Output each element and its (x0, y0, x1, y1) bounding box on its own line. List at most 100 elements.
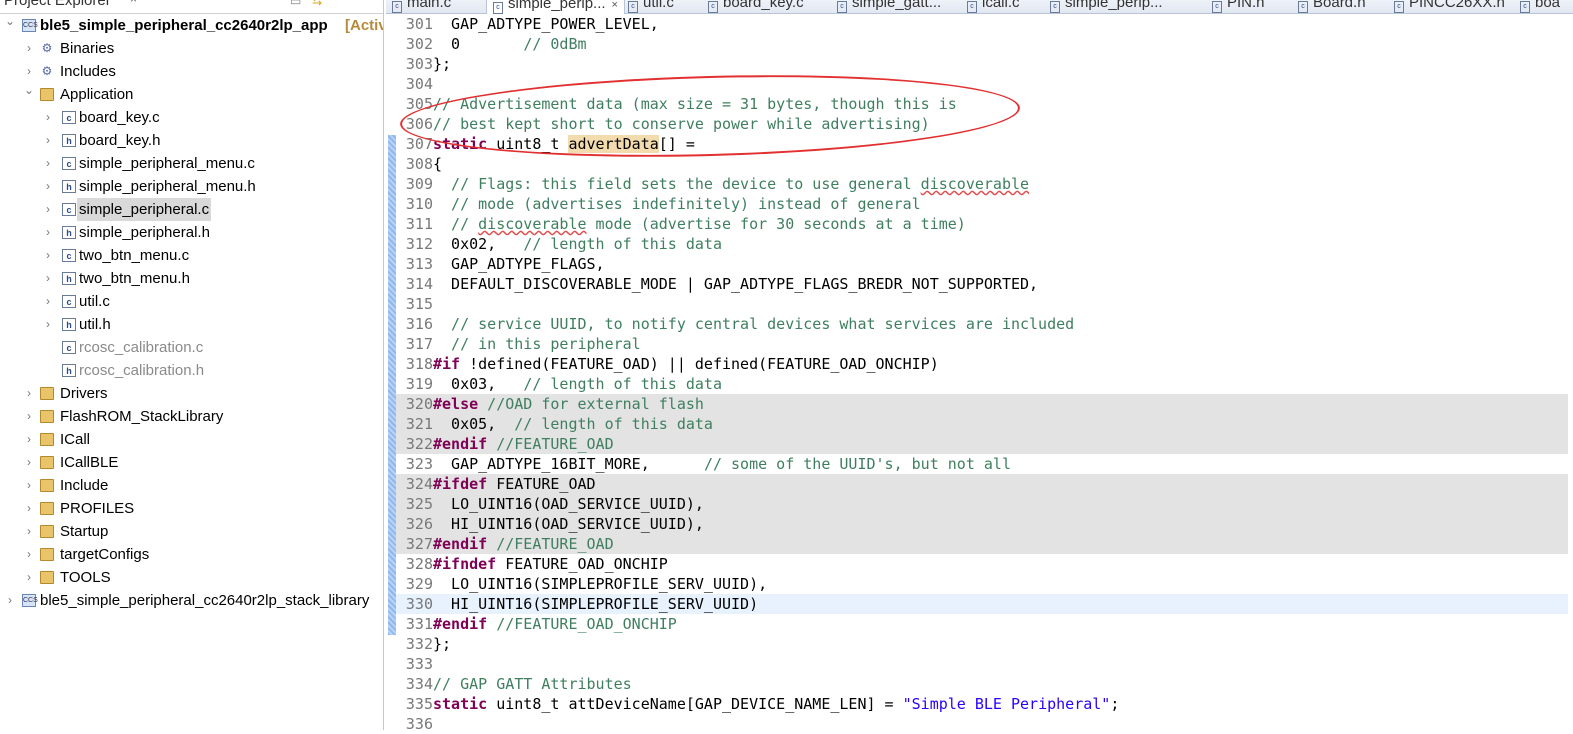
code-line[interactable]: 303}; (396, 54, 1568, 74)
tab-10[interactable]: c boa (1514, 0, 1566, 14)
tree-item[interactable]: h rcosc_calibration.h (0, 359, 383, 382)
code-line[interactable]: 312 0x02, // length of this data (396, 234, 1568, 254)
code-line[interactable]: 318#if !defined(FEATURE_OAD) || defined(… (396, 354, 1568, 374)
chevron-right-icon[interactable]: › (42, 290, 54, 313)
code-line[interactable]: 304 (396, 74, 1568, 94)
tab-6[interactable]: c simple_perip... (1044, 0, 1169, 14)
chevron-right-icon[interactable]: › (23, 543, 35, 566)
chevron-right-icon[interactable]: › (42, 313, 54, 336)
code-line[interactable]: 306// best kept short to conserve power … (396, 114, 1568, 134)
tab-5[interactable]: c icall.c (961, 0, 1026, 14)
code-line[interactable]: 302 0 // 0dBm (396, 34, 1568, 54)
code-line[interactable]: 331#endif //FEATURE_OAD_ONCHIP (396, 614, 1568, 634)
code-line[interactable]: 305// Advertisement data (max size = 31 … (396, 94, 1568, 114)
chevron-right-icon[interactable]: › (42, 244, 54, 267)
chevron-right-icon[interactable]: › (23, 451, 35, 474)
code-line[interactable]: 332}; (396, 634, 1568, 654)
tree-item[interactable]: › ICall (0, 428, 383, 451)
tree-item[interactable]: › c simple_peripheral.c (0, 198, 383, 221)
code-line[interactable]: 316 // service UUID, to notify central d… (396, 314, 1568, 334)
code-line[interactable]: 335static uint8_t attDeviceName[GAP_DEVI… (396, 694, 1568, 714)
chevron-right-icon[interactable]: › (42, 152, 54, 175)
chevron-right-icon[interactable]: › (23, 497, 35, 520)
code-line[interactable]: 313 GAP_ADTYPE_FLAGS, (396, 254, 1568, 274)
chevron-right-icon[interactable]: › (23, 37, 35, 60)
code-line[interactable]: 333 (396, 654, 1568, 674)
chevron-right-icon[interactable]: › (23, 474, 35, 497)
chevron-right-icon[interactable]: › (42, 106, 54, 129)
tree-item[interactable]: › h two_btn_menu.h (0, 267, 383, 290)
chevron-right-icon[interactable]: › (42, 175, 54, 198)
code-line[interactable]: 325 LO_UINT16(OAD_SERVICE_UUID), (396, 494, 1568, 514)
chevron-right-icon[interactable]: › (42, 129, 54, 152)
code-line[interactable]: 321 0x05, // length of this data (396, 414, 1568, 434)
chevron-right-icon[interactable]: › (23, 428, 35, 451)
tree-item[interactable]: › c util.c (0, 290, 383, 313)
tree-item[interactable]: › c simple_peripheral_menu.c (0, 152, 383, 175)
chevron-right-icon[interactable]: › (23, 382, 35, 405)
close-panel-icon[interactable]: × (130, 0, 137, 6)
tree-item[interactable]: › PROFILES (0, 497, 383, 520)
tree-item[interactable]: › c board_key.c (0, 106, 383, 129)
code-line[interactable]: 329 LO_UINT16(SIMPLEPROFILE_SERV_UUID), (396, 574, 1568, 594)
tree-item[interactable]: › Drivers (0, 382, 383, 405)
tab-0[interactable]: c main.c (386, 0, 457, 14)
tree-item[interactable]: › h simple_peripheral.h (0, 221, 383, 244)
code-line[interactable]: 311 // discoverable mode (advertise for … (396, 214, 1568, 234)
tab-3[interactable]: c board_key.c (702, 0, 810, 14)
tree-item[interactable]: › h util.h (0, 313, 383, 336)
tab-4[interactable]: c simple_gatt... (831, 0, 947, 14)
tree-item[interactable]: › ⚙ Includes (0, 60, 383, 83)
tree-item[interactable]: ⌄ Application (0, 83, 383, 106)
close-tab-icon[interactable]: × (612, 0, 618, 11)
code-line[interactable]: 323 GAP_ADTYPE_16BIT_MORE, // some of th… (396, 454, 1568, 474)
code-line[interactable]: 319 0x03, // length of this data (396, 374, 1568, 394)
code-line[interactable]: 330 HI_UINT16(SIMPLEPROFILE_SERV_UUID) (396, 594, 1568, 614)
code-line[interactable]: 317 // in this peripheral (396, 334, 1568, 354)
tree-item[interactable]: › h board_key.h (0, 129, 383, 152)
tree-item[interactable]: ⌄ CCS ble5_simple_peripheral_cc2640r2lp_ap… (0, 14, 383, 37)
tree-item[interactable]: › TOOLS (0, 566, 383, 589)
chevron-right-icon[interactable]: › (23, 520, 35, 543)
tree-item[interactable]: › targetConfigs (0, 543, 383, 566)
tab-8[interactable]: c Board.h (1292, 0, 1372, 14)
tree-item[interactable]: › ⚙ Binaries (0, 37, 383, 60)
code-line[interactable]: 308{ (396, 154, 1568, 174)
chevron-right-icon[interactable]: › (42, 198, 54, 221)
code-line[interactable]: 309 // Flags: this field sets the device… (396, 174, 1568, 194)
tab-9[interactable]: c PINCC26XX.h (1388, 0, 1511, 14)
code-line[interactable]: 307static uint8_t advertData[] = (396, 134, 1568, 154)
chevron-down-icon[interactable]: ⌄ (4, 10, 16, 33)
tree-item[interactable]: › CCS ble5_simple_peripheral_cc2640r2lp_st… (0, 589, 383, 612)
tab-2[interactable]: c util.c (622, 0, 680, 14)
tab-1[interactable]: c simple_perip... × (486, 0, 625, 14)
tree-item[interactable]: › ICallBLE (0, 451, 383, 474)
chevron-right-icon[interactable]: › (23, 566, 35, 589)
tree-item[interactable]: c rcosc_calibration.c (0, 336, 383, 359)
chevron-right-icon[interactable]: › (42, 267, 54, 290)
chevron-right-icon[interactable]: › (4, 589, 16, 612)
code-line[interactable]: 328#ifndef FEATURE_OAD_ONCHIP (396, 554, 1568, 574)
tree-item[interactable]: › Startup (0, 520, 383, 543)
code-line[interactable]: 324#ifdef FEATURE_OAD (396, 474, 1568, 494)
code-line[interactable]: 326 HI_UINT16(OAD_SERVICE_UUID), (396, 514, 1568, 534)
tree-item[interactable]: › h simple_peripheral_menu.h (0, 175, 383, 198)
code-line[interactable]: 315 (396, 294, 1568, 314)
code-line[interactable]: 320#else //OAD for external flash (396, 394, 1568, 414)
link-editor-icon[interactable]: ⇆ (312, 0, 322, 8)
tab-7[interactable]: c PIN.h (1206, 0, 1271, 14)
chevron-down-icon[interactable]: ⌄ (23, 79, 35, 102)
code-line[interactable]: 314 DEFAULT_DISCOVERABLE_MODE | GAP_ADTY… (396, 274, 1568, 294)
chevron-right-icon[interactable]: › (23, 405, 35, 428)
chevron-right-icon[interactable]: › (42, 221, 54, 244)
code-line[interactable]: 301 GAP_ADTYPE_POWER_LEVEL, (396, 14, 1568, 34)
collapse-all-icon[interactable]: ▭ (290, 0, 301, 8)
code-line[interactable]: 322#endif //FEATURE_OAD (396, 434, 1568, 454)
code-line[interactable]: 327#endif //FEATURE_OAD (396, 534, 1568, 554)
code-line[interactable]: 336 (396, 714, 1568, 734)
tree-item[interactable]: › FlashROM_StackLibrary (0, 405, 383, 428)
code-line[interactable]: 310 // mode (advertises indefinitely) in… (396, 194, 1568, 214)
code-line[interactable]: 334// GAP GATT Attributes (396, 674, 1568, 694)
tree-item[interactable]: › c two_btn_menu.c (0, 244, 383, 267)
tree-item[interactable]: › Include (0, 474, 383, 497)
